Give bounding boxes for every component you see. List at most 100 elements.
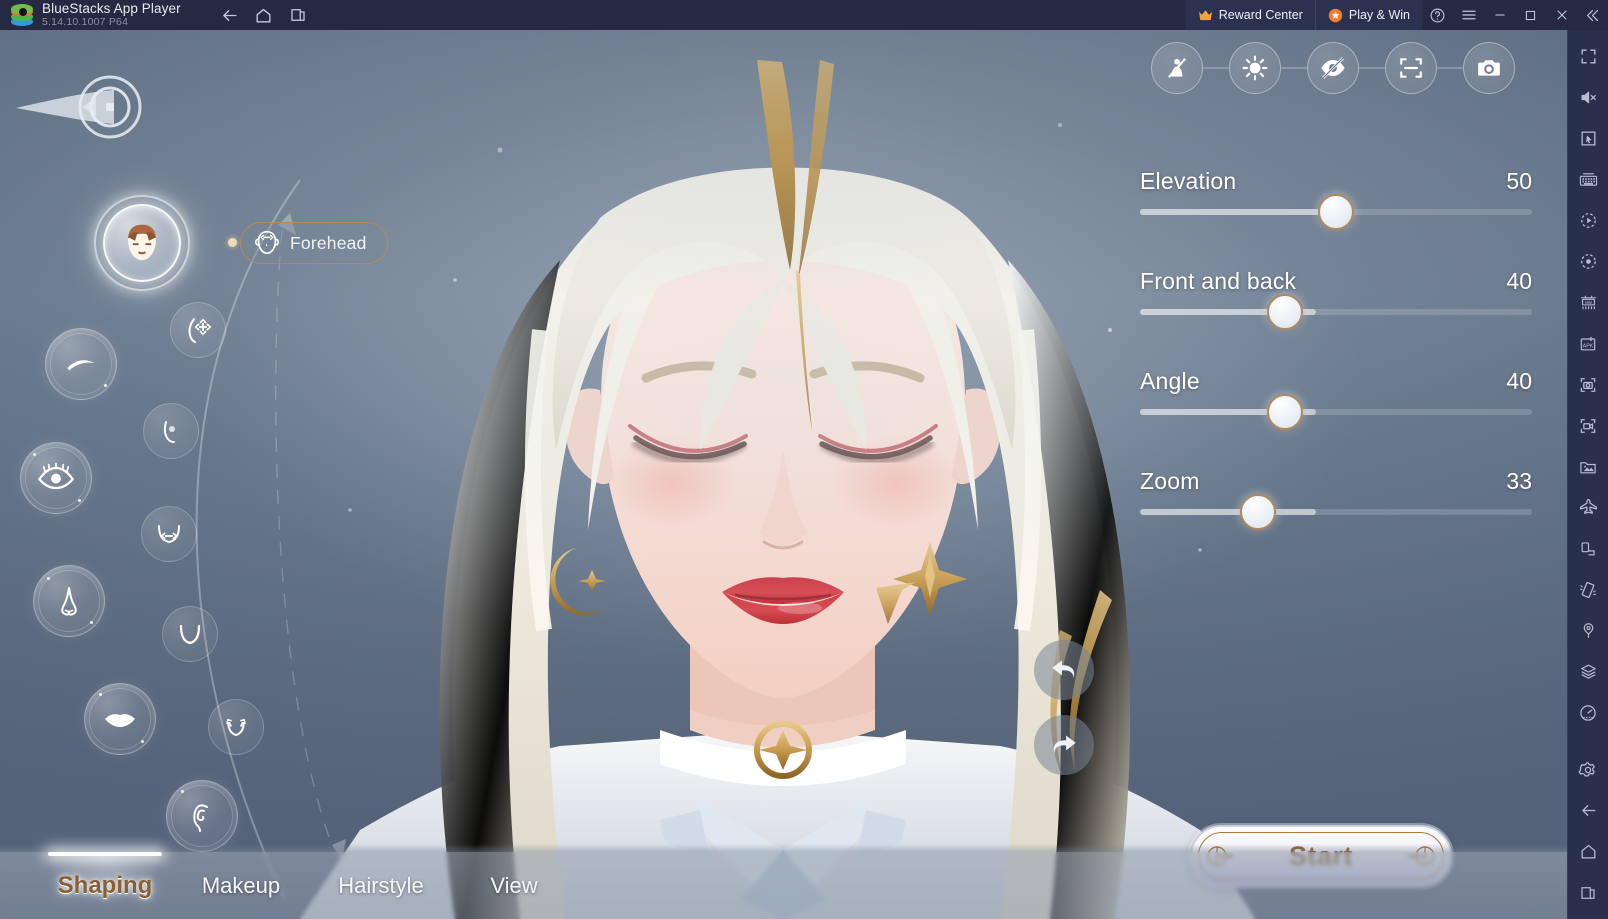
slider-elevation[interactable]: Elevation 50 [1140,160,1560,260]
nav-back-button[interactable] [215,0,245,30]
play-and-win-button[interactable]: Play & Win [1314,0,1422,30]
slider-label: Elevation [1140,168,1237,194]
sidebar-item-recents[interactable] [1568,872,1608,913]
sidebar-item-settings[interactable] [1568,749,1608,790]
sidebar-item-record[interactable] [1568,241,1608,282]
shake-icon [1579,581,1597,598]
sidebar-item-rotate[interactable] [1568,528,1608,569]
tab-shaping[interactable]: Shaping [40,852,170,919]
photo-mode-button[interactable] [1463,42,1515,94]
slider-front-and-back[interactable]: Front and back 40 [1140,260,1560,360]
multi-window-icon [1581,886,1595,899]
star-burst-icon [1328,8,1343,23]
help-button[interactable] [1422,0,1453,30]
slider-track[interactable] [1140,294,1532,330]
nav-home-button[interactable] [249,0,279,30]
airplane-icon [1579,498,1597,514]
sidebar-item-macro-play[interactable] [1568,200,1608,241]
forehead-width-icon [255,230,279,255]
nav-recents-button[interactable] [283,0,313,30]
slider-value: 50 [1506,168,1532,194]
minimize-button[interactable] [1484,0,1515,30]
sidebar-item-shake[interactable] [1568,569,1608,610]
android-nav-buttons[interactable] [215,0,313,30]
sidebar-item-performance[interactable] [1568,692,1608,733]
slider-track[interactable] [1140,194,1532,230]
reward-center-button[interactable]: Reward Center [1185,0,1315,30]
sidebar-item-layers[interactable] [1568,651,1608,692]
tab-hairstyle[interactable]: Hairstyle [320,852,442,919]
sidebar-item-eco-mode[interactable] [1568,487,1608,528]
slider-zoom[interactable]: Zoom 33 [1140,460,1560,560]
bottom-tab-bar[interactable]: Shaping Makeup Hairstyle View [0,844,1567,919]
feature-wheel-item-ear[interactable] [166,780,238,852]
forehead-move-icon [188,318,212,343]
home-icon [1581,844,1595,859]
tab-label: Hairstyle [338,872,424,898]
arrow-left-icon [223,9,237,21]
feature-wheel-item-nose[interactable] [33,565,105,637]
tab-label: Shaping [57,871,153,899]
maximize-icon [1525,10,1536,20]
sidebar-item-location[interactable] [1568,610,1608,651]
reset-frame-button[interactable] [1385,42,1437,94]
feature-wheel-item-cheekbone[interactable] [141,506,197,562]
feature-wheel-item-mouth[interactable] [84,683,156,755]
maximize-button[interactable] [1515,0,1546,30]
slider-knob[interactable] [1318,194,1354,230]
hide-character-button[interactable] [1151,42,1203,94]
cheek-width-icon [158,525,180,544]
menu-button[interactable] [1453,0,1484,30]
game-viewport[interactable]: Forehead Elevation 50 Front and back 40 [0,30,1567,919]
sidebar-item-install-apk[interactable]: APK [1568,323,1608,364]
camera-tools[interactable] [1151,42,1515,94]
tab-view[interactable]: View [462,852,566,919]
sidebar-item-screen-record[interactable] [1568,405,1608,446]
feature-wheel-item-jaw[interactable] [162,606,218,662]
sidebar-item-home[interactable] [1568,831,1608,872]
feature-wheel-item-temple[interactable] [143,403,199,459]
slider-track[interactable] [1140,494,1532,530]
sidebar-item-keyboard-controls[interactable] [1568,159,1608,200]
active-part-chip[interactable]: Forehead [240,222,388,264]
feature-wheel-item-chin[interactable] [208,699,264,755]
sidebar-item-back[interactable] [1568,790,1608,831]
slider-angle[interactable]: Angle 40 [1140,360,1560,460]
sidebar-item-multi-instance[interactable]: MM [1568,282,1608,323]
macro-play-icon [1580,213,1596,228]
redo-button[interactable] [1034,715,1094,775]
fullscreen-icon [1580,49,1596,64]
redo-arrow-icon [1053,735,1076,754]
bluestacks-sidebar[interactable]: MM APK [1567,30,1608,919]
tab-makeup[interactable]: Makeup [182,852,300,919]
app-title: BlueStacks App Player [42,1,181,16]
hide-ui-button[interactable] [1307,42,1359,94]
sidebar-item-mute[interactable] [1568,77,1608,118]
sidebar-item-media-manager[interactable] [1568,446,1608,487]
feature-wheel-item-eyebrow[interactable] [45,328,117,400]
sidebar-item-screenshot[interactable] [1568,364,1608,405]
home-icon [256,8,271,23]
feature-wheel-item-forehead[interactable] [170,302,226,358]
slider-knob[interactable] [1267,294,1304,330]
slider-value: 40 [1506,268,1532,294]
svg-text:MM: MM [1585,300,1592,305]
collapse-sidebar-button[interactable] [1577,0,1608,30]
slider-knob[interactable] [1239,494,1276,530]
lighting-button[interactable] [1229,42,1281,94]
media-folder-icon [1580,461,1596,473]
sidebar-item-fullscreen[interactable] [1568,36,1608,77]
feature-wheel-item-eye[interactable] [20,442,92,514]
hamburger-icon [1461,10,1476,20]
slider-track[interactable] [1140,394,1532,430]
play-and-win-label: Play & Win [1348,8,1410,22]
sidebar-item-game-controls[interactable] [1568,118,1608,159]
undo-button[interactable] [1034,640,1094,700]
feature-wheel-item-face[interactable] [94,195,190,291]
double-chevron-left-icon [1586,9,1599,21]
slider-knob[interactable] [1267,394,1304,430]
slider-value: 33 [1506,468,1532,494]
camera-sliders[interactable]: Elevation 50 Front and back 40 Angle 40 [1140,160,1560,560]
close-button[interactable] [1546,0,1577,30]
titlebar-right[interactable]: Reward Center Play & Win [1185,0,1608,30]
